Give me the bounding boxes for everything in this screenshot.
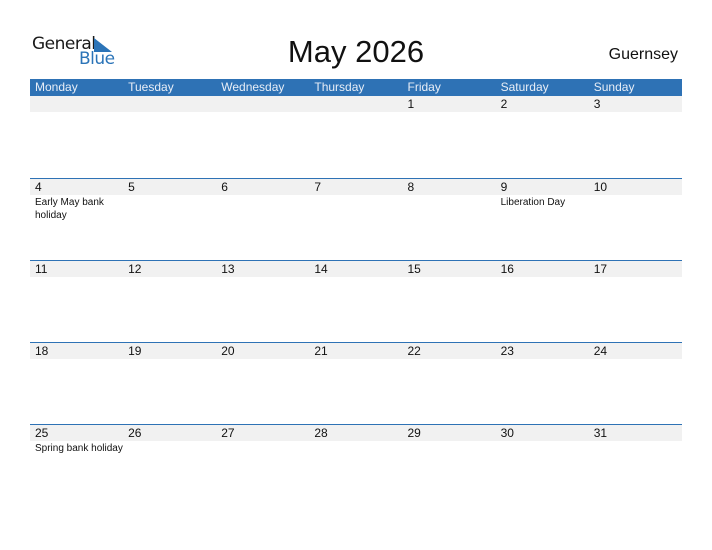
day-number [123, 96, 216, 112]
holiday-label [309, 195, 402, 222]
date-band: 1 2 3 [30, 96, 682, 112]
weekday-thursday: Thursday [314, 80, 365, 94]
weekday-monday: Monday [35, 80, 78, 94]
weekday-wednesday: Wednesday [221, 80, 285, 94]
day-number [309, 96, 402, 112]
holiday-label [123, 112, 216, 113]
weekday-tuesday: Tuesday [128, 80, 174, 94]
holiday-label: Spring bank holiday [35, 443, 123, 454]
country-label: Guernsey [608, 46, 678, 63]
week-row: 1 2 3 [30, 96, 682, 178]
day-number: 5 [128, 180, 135, 194]
holiday-label [496, 359, 589, 360]
calendar-title: May 2026 [287, 34, 425, 69]
holiday-label [403, 195, 496, 222]
date-band: 11 12 13 14 15 16 17 [30, 261, 682, 277]
holiday-label [496, 277, 589, 278]
day-number: 31 [593, 426, 608, 440]
day-number: 24 [593, 344, 608, 358]
day-number: 1 [407, 97, 415, 111]
holiday-label [216, 359, 309, 360]
day-number: 23 [500, 344, 514, 358]
weekday-friday: Friday [407, 80, 441, 94]
holiday-label: Early May bank holiday [35, 197, 104, 221]
day-number: 6 [221, 180, 228, 194]
day-number: 26 [128, 426, 142, 440]
holiday-label [30, 277, 123, 278]
week-row: 18 19 20 21 22 23 24 [30, 342, 682, 424]
day-number: 2 [500, 97, 508, 111]
holiday-label [123, 441, 216, 455]
holiday-label [309, 441, 402, 455]
day-number: 11 [35, 262, 48, 276]
day-number: 10 [593, 180, 608, 194]
date-band: 25 26 27 28 29 30 31 [30, 425, 682, 441]
day-number: 14 [314, 262, 328, 276]
events-row [30, 359, 682, 360]
day-number: 3 [593, 97, 601, 111]
holiday-label [403, 359, 496, 360]
holiday-label [216, 112, 309, 113]
day-number: 29 [407, 426, 421, 440]
day-number: 21 [314, 344, 328, 358]
holiday-label [403, 112, 496, 113]
day-number: 15 [407, 262, 421, 276]
holiday-label [403, 441, 496, 455]
date-band: 4 5 6 7 8 9 10 [30, 179, 682, 195]
day-number: 7 [314, 180, 322, 194]
day-number: 8 [407, 180, 415, 194]
holiday-label [589, 359, 682, 360]
day-number [30, 96, 123, 112]
day-number [216, 96, 309, 112]
holiday-label [30, 359, 123, 360]
day-number: 18 [35, 344, 49, 358]
holiday-label [123, 277, 216, 278]
weekday-sunday: Sunday [593, 80, 635, 94]
day-number: 4 [35, 180, 42, 194]
day-number: 27 [221, 426, 235, 440]
day-number: 9 [500, 180, 508, 194]
holiday-label [30, 112, 123, 113]
date-band: 18 19 20 21 22 23 24 [30, 343, 682, 359]
day-number: 16 [500, 262, 514, 276]
day-number: 12 [128, 262, 142, 276]
holiday-label [216, 277, 309, 278]
weekday-saturday: Saturday [500, 80, 549, 94]
week-row: 11 12 13 14 15 16 17 [30, 260, 682, 342]
day-number: 28 [314, 426, 328, 440]
calendar-grid: Monday Tuesday Wednesday Thursday Friday… [30, 79, 682, 506]
events-row [30, 277, 682, 278]
holiday-label [216, 441, 309, 455]
holiday-label [589, 112, 682, 113]
holiday-label [496, 112, 589, 113]
holiday-label [309, 277, 402, 278]
holiday-label [123, 359, 216, 360]
holiday-label [589, 277, 682, 278]
day-number: 20 [221, 344, 235, 358]
holiday-label [309, 112, 402, 113]
holiday-label [123, 195, 216, 222]
events-row [30, 112, 682, 113]
weekday-header: Monday Tuesday Wednesday Thursday Friday… [30, 79, 682, 96]
holiday-label [216, 195, 309, 222]
day-number: 22 [407, 344, 421, 358]
holiday-label [403, 277, 496, 278]
holiday-label [589, 441, 682, 455]
holiday-label: Liberation Day [500, 197, 566, 208]
day-number: 30 [500, 426, 514, 440]
day-number: 25 [35, 426, 49, 440]
holiday-label [309, 359, 402, 360]
week-row: 4 5 6 7 8 9 10 Early May bank holiday Liberation… [30, 178, 682, 260]
events-row: Spring bank holiday [30, 441, 682, 455]
holiday-label [589, 195, 682, 222]
holiday-label [496, 441, 589, 455]
events-row: Early May bank holiday Liberation Day [30, 195, 682, 222]
day-number: 17 [593, 262, 608, 276]
day-number: 13 [221, 262, 235, 276]
week-row: 25 26 27 28 29 30 31 Spring bank holiday [30, 424, 682, 506]
day-number: 19 [128, 344, 142, 358]
